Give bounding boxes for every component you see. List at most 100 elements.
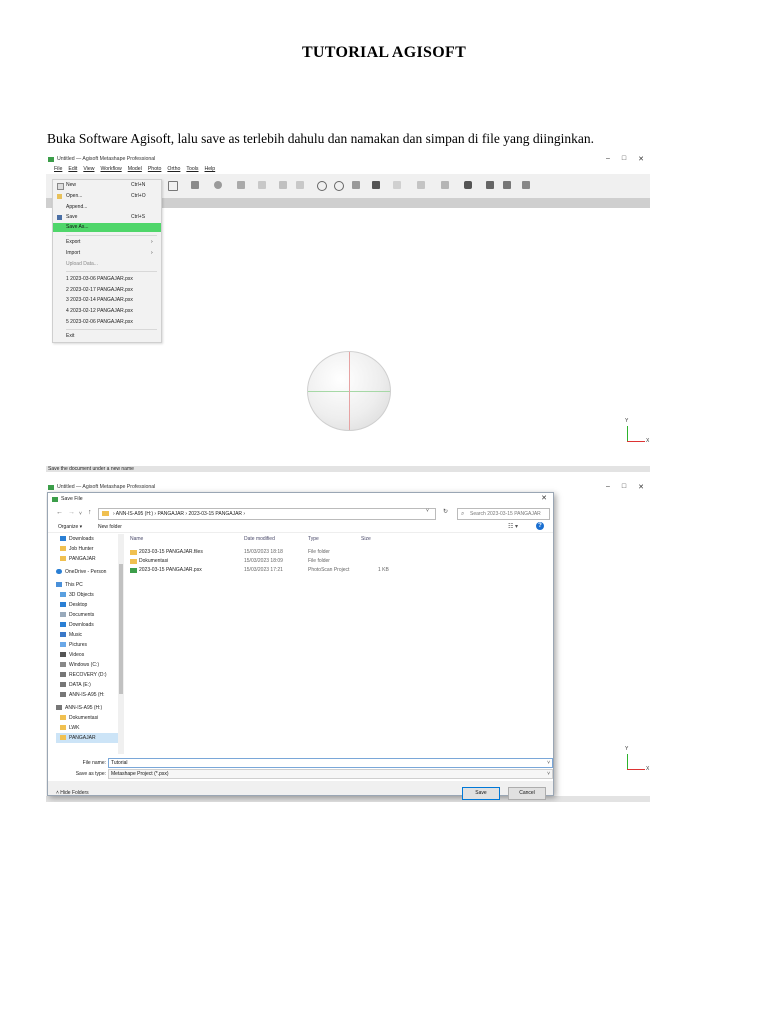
address-bar[interactable]: › ANN-IS-A95 (H:) › PANGAJAR › 2023-03-1… <box>98 508 436 520</box>
menu-model[interactable]: Model <box>128 166 142 172</box>
nav-item-downloads[interactable]: Downloads <box>60 534 94 544</box>
minimize-icon[interactable]: – <box>606 483 610 491</box>
camera-icon[interactable] <box>464 181 472 189</box>
menu-item-new[interactable]: New Ctrl+N <box>53 181 161 190</box>
menu-item-save-as[interactable]: Save As... <box>53 223 161 232</box>
menu-item-import[interactable]: Import › <box>53 249 161 258</box>
nav-item-music[interactable]: Music <box>60 630 82 640</box>
column-date-modified[interactable]: Date modified <box>244 536 275 542</box>
refresh-icon[interactable]: ↻ <box>443 508 448 515</box>
nav-item-recovery-d[interactable]: RECOVERY (D:) <box>60 670 107 680</box>
menu-item-export[interactable]: Export › <box>53 238 161 247</box>
menu-view[interactable]: View <box>83 166 94 172</box>
menu-item-open[interactable]: Open... Ctrl+O <box>53 192 161 201</box>
dense-grid-icon[interactable] <box>393 181 401 189</box>
menu-workflow[interactable]: Workflow <box>100 166 121 172</box>
chevron-down-icon[interactable]: ˅ <box>426 508 429 514</box>
nav-item-pangajar-selected[interactable]: PANGAJAR <box>56 733 118 743</box>
delete-icon[interactable] <box>279 181 287 189</box>
file-row[interactable]: 2023-03-15 PANGAJAR.psx 15/03/2023 17:21… <box>128 566 549 575</box>
menu-item-save[interactable]: Save Ctrl+S <box>53 213 161 222</box>
nav-item-downloads-pc[interactable]: Downloads <box>60 620 94 630</box>
nav-item-onedrive[interactable]: OneDrive - Person <box>56 567 106 577</box>
column-name[interactable]: Name <box>130 536 143 542</box>
forward-arrow-icon[interactable]: → <box>68 509 75 516</box>
menu-item-recent-3[interactable]: 3 2023-02-14 PANGAJAR.psx <box>53 296 161 305</box>
back-arrow-icon[interactable]: ← <box>56 509 63 516</box>
nav-item-videos[interactable]: Videos <box>60 650 84 660</box>
maximize-icon[interactable]: □ <box>622 483 626 491</box>
crop-icon[interactable] <box>296 181 304 189</box>
file-name-input[interactable]: Tutorial ˅ <box>108 758 553 768</box>
view-options-icon[interactable]: ☷ ▾ <box>508 523 518 530</box>
help-icon[interactable]: ? <box>536 522 544 530</box>
menu-edit[interactable]: Edit <box>68 166 77 172</box>
menu-item-recent-5[interactable]: 5 2023-02-06 PANGAJAR.psx <box>53 318 161 327</box>
move-icon[interactable] <box>352 181 360 189</box>
file-row[interactable]: Dokumentasi 15/03/2023 18:09 File folder <box>128 557 549 566</box>
image-icon[interactable] <box>522 181 530 189</box>
zoom-in-icon[interactable] <box>317 181 327 191</box>
save-button[interactable]: Save <box>462 787 500 800</box>
eraser-icon[interactable] <box>258 181 266 189</box>
folder-icon <box>130 550 137 555</box>
column-size[interactable]: Size <box>361 536 371 542</box>
menu-photo[interactable]: Photo <box>148 166 162 172</box>
nav-item-job-hunter[interactable]: Job Hunter <box>60 544 93 554</box>
chevron-down-icon[interactable]: ˅ <box>547 759 550 767</box>
menu-item-exit[interactable]: Exit <box>53 332 161 341</box>
navigation-sphere[interactable] <box>307 351 391 431</box>
nav-item-pictures[interactable]: Pictures <box>60 640 87 650</box>
nav-item-documents[interactable]: Documents <box>60 610 94 620</box>
nav-item-lwk[interactable]: LWK <box>60 723 79 733</box>
menu-item-append[interactable]: Append... <box>53 203 161 212</box>
select-rect-icon[interactable] <box>168 181 178 191</box>
layers-icon[interactable] <box>486 181 494 189</box>
nav-item-3d-objects[interactable]: 3D Objects <box>60 590 94 600</box>
menu-tools[interactable]: Tools <box>186 166 198 172</box>
nav-scrollbar[interactable] <box>118 534 124 754</box>
menu-file[interactable]: File <box>54 166 62 172</box>
minimize-icon[interactable]: – <box>606 155 610 163</box>
column-type[interactable]: Type <box>308 536 319 542</box>
search-input[interactable]: ⌕ Search 2023-03-15 PANGAJAR <box>457 508 550 520</box>
zoom-out-icon[interactable] <box>334 181 344 191</box>
maximize-icon[interactable]: □ <box>622 155 626 163</box>
close-icon[interactable]: ✕ <box>638 155 644 163</box>
flag-icon[interactable] <box>503 181 511 189</box>
cancel-button[interactable]: Cancel <box>508 787 546 800</box>
paint-icon[interactable] <box>214 181 222 189</box>
nav-item-ann-is-a95[interactable]: ANN-IS-A95 (H: <box>60 690 105 700</box>
close-icon[interactable]: ✕ <box>541 493 547 505</box>
light-icon[interactable] <box>417 181 425 189</box>
nav-item-windows-c[interactable]: Windows (C:) <box>60 660 99 670</box>
menu-help[interactable]: Help <box>205 166 216 172</box>
shape-icon[interactable] <box>441 181 449 189</box>
file-row[interactable]: 2023-03-15 PANGAJAR.files 15/03/2023 18:… <box>128 548 549 557</box>
menu-item-recent-2[interactable]: 2 2023-02-17 PANGAJAR.psx <box>53 286 161 295</box>
nav-item-desktop[interactable]: Desktop <box>60 600 87 610</box>
organize-button[interactable]: Organize ▾ <box>58 524 82 530</box>
scrollbar-thumb[interactable] <box>119 564 123 694</box>
menu-item-recent-4[interactable]: 4 2023-02-12 PANGAJAR.psx <box>53 307 161 316</box>
hide-folders-button[interactable]: ˄ Hide Folders <box>56 790 89 796</box>
save-type-select[interactable]: Metashape Project (*.psx) ˅ <box>108 769 553 779</box>
nav-item-dokumentasi[interactable]: Dokumentasi <box>60 713 98 723</box>
recent-locations-icon[interactable]: ˅ <box>79 511 82 517</box>
nav-item-ann-is-a95-root[interactable]: ANN-IS-A95 (H:) <box>56 703 102 713</box>
menu-ortho[interactable]: Ortho <box>167 166 180 172</box>
nav-item-pangajar[interactable]: PANGAJAR <box>60 554 96 564</box>
up-arrow-icon[interactable]: ↑ <box>88 509 92 516</box>
new-folder-button[interactable]: New folder <box>98 524 122 530</box>
save-type-value: Metashape Project (*.psx) <box>111 771 169 777</box>
window-controls: – □ ✕ <box>606 483 644 491</box>
grid-icon[interactable] <box>372 181 380 189</box>
axis-x-line <box>627 441 645 442</box>
nav-item-this-pc[interactable]: This PC <box>56 580 83 590</box>
measure-icon[interactable] <box>237 181 245 189</box>
nav-item-data-e[interactable]: DATA (E:) <box>60 680 91 690</box>
close-icon[interactable]: ✕ <box>638 483 644 491</box>
chart-icon[interactable] <box>191 181 199 189</box>
menu-item-recent-1[interactable]: 1 2023-03-06 PANGAJAR.psx <box>53 275 161 284</box>
chevron-down-icon[interactable]: ˅ <box>547 770 550 778</box>
